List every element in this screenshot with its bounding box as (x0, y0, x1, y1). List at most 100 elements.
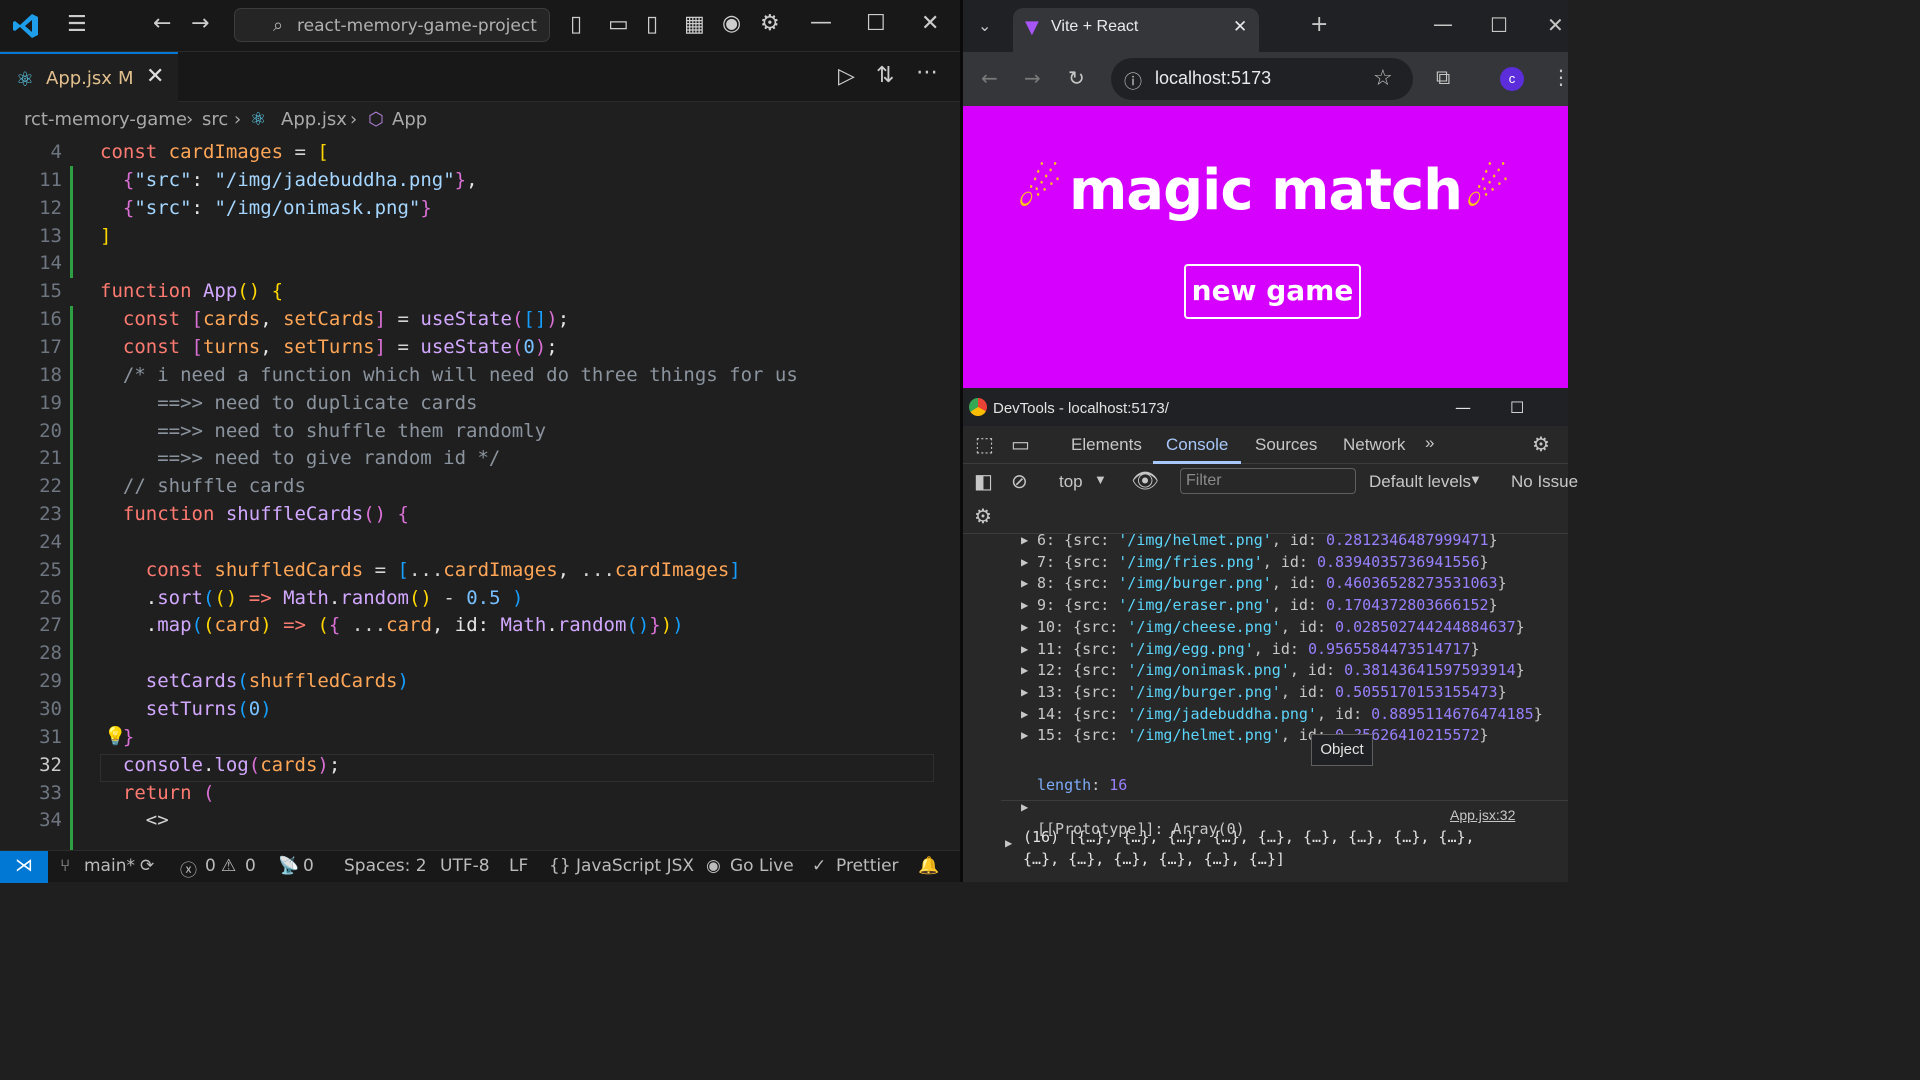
customize-layout-icon[interactable]: ▦ (684, 14, 705, 36)
menu-icon[interactable]: ☰ (67, 14, 87, 36)
tab-sources[interactable]: Sources (1255, 435, 1317, 455)
command-center-search[interactable]: ⌕ react-memory-game-project (234, 8, 550, 42)
code-line[interactable]: 14 (0, 249, 940, 277)
new-tab-icon[interactable]: + (1310, 14, 1328, 36)
console-array-entry[interactable]: ▶ 11: {src: '/img/egg.png', id: 0.9565584… (963, 638, 1568, 660)
console-array-entry[interactable]: ▶ 8: {src: '/img/burger.png', id: 0.46036… (963, 572, 1568, 594)
bookmark-star-icon[interactable]: ☆ (1373, 66, 1393, 91)
code-line[interactable]: 16 const [cards, setCards] = useState([]… (0, 305, 940, 333)
inspect-element-icon[interactable]: ⬚ (975, 432, 994, 457)
close-tab-icon[interactable]: ✕ (1233, 17, 1247, 37)
live-expression-eye-icon[interactable]: 👁 (1131, 468, 1159, 494)
code-editor[interactable]: 4 const cardImages = [11 {"src": "/img/ja… (0, 138, 960, 850)
console-array-entry[interactable]: ▶ 6: {src: '/img/helmet.png', id: 0.28123… (963, 534, 1568, 551)
code-line[interactable]: 21 ==>> need to give random id */ (0, 444, 940, 472)
reload-icon[interactable]: ↻ (1068, 68, 1085, 88)
expand-triangle-icon[interactable]: ▶ (1021, 659, 1028, 681)
prototype-row[interactable]: ▶ [[Prototype]]: Array(0) (963, 774, 1568, 838)
close-window-icon[interactable]: ✕ (1547, 15, 1564, 35)
code-line[interactable]: 23 function shuffleCards() { (0, 500, 940, 528)
site-info-icon[interactable]: ⓘ (1124, 68, 1142, 94)
minimize-icon[interactable]: — (1455, 398, 1471, 417)
code-line[interactable]: 32 console.log(cards); (0, 751, 940, 779)
code-line[interactable]: 26 .sort(() => Math.random() - 0.5 ) (0, 584, 940, 612)
more-tabs-icon[interactable]: » (1425, 433, 1434, 453)
settings-gear-icon[interactable]: ⚙ (760, 13, 780, 35)
expand-triangle-icon[interactable]: ▶ (1021, 724, 1028, 746)
tab-console[interactable]: Console (1166, 435, 1228, 455)
issues-counter[interactable]: No Issue (1511, 472, 1578, 492)
settings-gear-icon[interactable]: ⚙ (1532, 432, 1550, 457)
close-window-icon[interactable]: ✕ (921, 13, 939, 35)
source-control-diff-icon[interactable]: ⇅ (876, 65, 894, 87)
array-summary-line-2[interactable]: {…}, {…}, {…}, {…}, {…}, {…}] (1023, 848, 1563, 870)
code-line[interactable]: 27 .map((card) => ({ ...card, id: Math.r… (0, 611, 940, 639)
code-line[interactable]: 22 // shuffle cards (0, 472, 940, 500)
minimize-icon[interactable]: — (810, 12, 832, 34)
console-output[interactable]: ▶ 6: {src: '/img/helmet.png', id: 0.28123… (963, 534, 1568, 882)
code-line[interactable]: 4 const cardImages = [ (0, 138, 940, 166)
console-settings-gear-icon[interactable]: ⚙ (974, 504, 992, 529)
expand-triangle-icon[interactable]: ▶ (1005, 836, 1012, 850)
breadcrumb-item-src[interactable]: src (202, 109, 228, 130)
code-line[interactable]: 31 } (0, 723, 940, 751)
code-line[interactable]: 28 (0, 639, 940, 667)
new-game-button[interactable]: new game (1184, 264, 1361, 319)
code-line[interactable]: 20 ==>> need to shuffle them randomly (0, 417, 940, 445)
tab-elements[interactable]: Elements (1071, 435, 1142, 455)
code-line[interactable]: 30 setTurns(0) (0, 695, 940, 723)
branch-name[interactable]: main* (84, 856, 135, 876)
breadcrumb-item-file[interactable]: App.jsx (281, 109, 347, 130)
expand-triangle-icon[interactable]: ▶ (1021, 534, 1028, 551)
sidebar-toggle-icon[interactable]: ◧ (974, 469, 993, 494)
expand-triangle-icon[interactable]: ▶ (1021, 681, 1028, 703)
forward-arrow-icon[interactable]: → (1024, 68, 1041, 88)
error-count[interactable]: 0 (205, 856, 216, 876)
more-menu-icon[interactable]: ⋮ (1551, 67, 1571, 87)
indentation[interactable]: Spaces: 2 (344, 856, 427, 876)
remote-indicator-icon[interactable]: ⋊ (0, 851, 48, 883)
code-line[interactable]: 17 const [turns, setTurns] = useState(0)… (0, 333, 940, 361)
accounts-icon[interactable]: ◉ (722, 13, 741, 35)
prettier[interactable]: Prettier (836, 856, 899, 876)
ports-count[interactable]: 0 (303, 856, 314, 876)
expand-triangle-icon[interactable]: ▶ (1021, 638, 1028, 660)
code-line[interactable]: 19 ==>> need to duplicate cards (0, 389, 940, 417)
expand-triangle-icon[interactable]: ▶ (1021, 594, 1028, 616)
code-line[interactable]: 13] (0, 222, 940, 250)
tab-network[interactable]: Network (1343, 435, 1405, 455)
expand-triangle-icon[interactable]: ▶ (1021, 703, 1028, 725)
code-line[interactable]: 33 return ( (0, 779, 940, 807)
breadcrumb-item-symbol[interactable]: App (392, 109, 427, 130)
toggle-panel-icon[interactable]: ▭ (608, 14, 629, 36)
toggle-primary-sidebar-icon[interactable]: ▯ (570, 14, 582, 36)
language-mode[interactable]: JavaScript JSX (576, 856, 694, 876)
run-icon[interactable]: ▷ (838, 66, 855, 88)
maximize-icon[interactable]: ☐ (1510, 398, 1524, 417)
console-array-entry[interactable]: ▶ 12: {src: '/img/onimask.png', id: 0.381… (963, 659, 1568, 681)
address-bar[interactable]: ⓘ localhost:5173 ☆ (1111, 58, 1413, 100)
end-of-line[interactable]: LF (509, 856, 528, 876)
console-filter-input[interactable] (1180, 468, 1356, 494)
device-toolbar-icon[interactable]: ▭ (1011, 432, 1030, 457)
go-live[interactable]: Go Live (730, 856, 794, 876)
console-array-entry[interactable]: ▶ 7: {src: '/img/fries.png', id: 0.839403… (963, 551, 1568, 573)
tab-app-jsx[interactable]: ⚛ App.jsx M ✕ (0, 52, 178, 102)
bell-icon[interactable]: 🔔 (918, 856, 939, 876)
tab-search-chevron-icon[interactable]: ⌄ (978, 16, 991, 36)
profile-avatar[interactable]: c (1500, 67, 1524, 91)
array-summary-line-1[interactable]: (16) [{…}, {…}, {…}, {…}, {…}, {…}, {…},… (1023, 826, 1563, 848)
log-levels-dropdown[interactable]: Default levels (1369, 472, 1471, 492)
warning-count[interactable]: 0 (245, 856, 256, 876)
sync-icon[interactable]: ⟳ (140, 856, 154, 876)
code-line[interactable]: 34 <> (0, 806, 940, 834)
close-tab-icon[interactable]: ✕ (146, 64, 164, 89)
source-link[interactable]: App.jsx:32 (1450, 807, 1515, 823)
expand-triangle-icon[interactable]: ▶ (1021, 616, 1028, 638)
minimize-icon[interactable]: — (1433, 14, 1453, 34)
code-line[interactable]: 12 {"src": "/img/onimask.png"} (0, 194, 940, 222)
tab-vite-react[interactable]: ▼ Vite + React ✕ (1013, 8, 1259, 52)
expand-triangle-icon[interactable]: ▶ (1021, 551, 1028, 573)
back-arrow-icon[interactable]: ← (153, 13, 171, 35)
filter-field[interactable] (1181, 469, 1355, 493)
